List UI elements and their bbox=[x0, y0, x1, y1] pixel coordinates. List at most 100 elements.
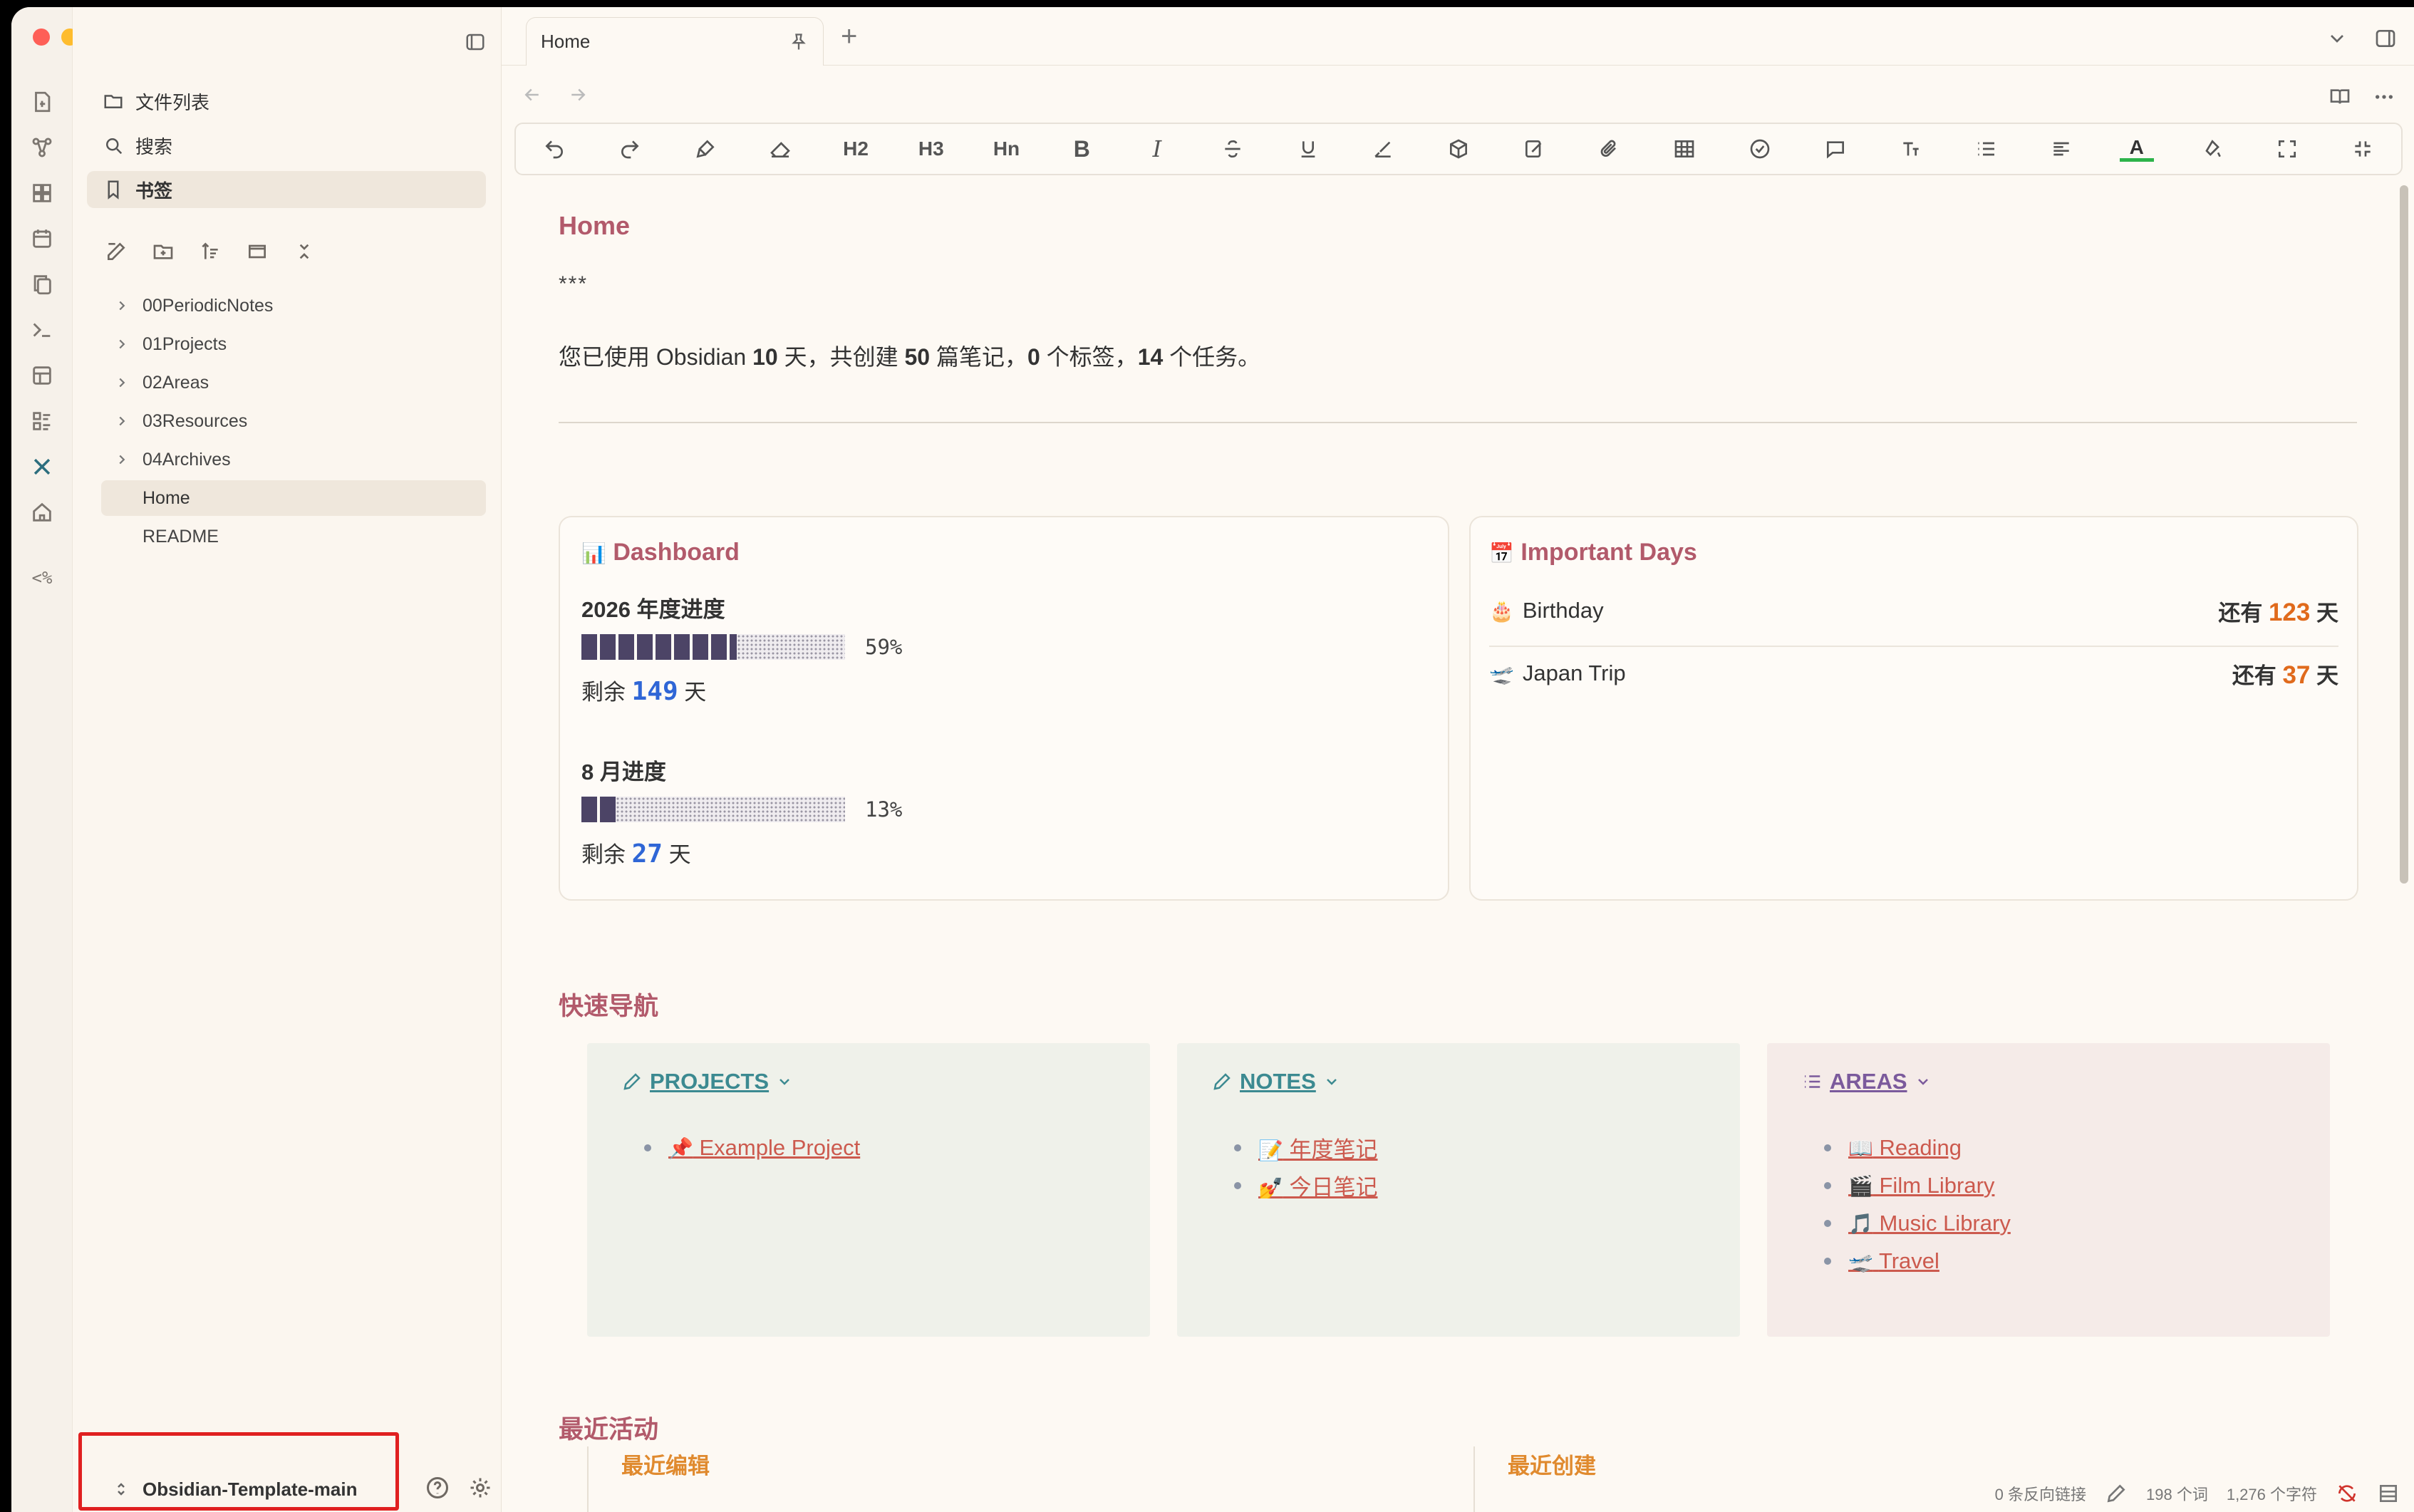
sidebar-item-bookmarks[interactable]: 书签 bbox=[87, 171, 486, 208]
terminal-icon[interactable] bbox=[29, 316, 56, 343]
bold-button[interactable]: B bbox=[1064, 132, 1099, 166]
canvas-icon[interactable] bbox=[29, 180, 56, 207]
list-item: 🎬 Film Library bbox=[1824, 1166, 2011, 1204]
back-arrow-icon[interactable] bbox=[522, 84, 543, 109]
tab-label: Home bbox=[541, 31, 591, 52]
heading-n-button[interactable]: Hn bbox=[990, 132, 1024, 166]
backlinks-count[interactable]: 0 条反向链接 bbox=[1995, 1482, 2086, 1505]
background-color-icon[interactable] bbox=[2195, 132, 2229, 166]
cube-icon[interactable] bbox=[1441, 132, 1476, 166]
reading-view-icon[interactable] bbox=[2328, 86, 2351, 112]
attachment-icon[interactable] bbox=[1592, 132, 1627, 166]
home-icon[interactable] bbox=[29, 499, 56, 526]
link-annual-notes[interactable]: 📝 年度笔记 bbox=[1258, 1132, 1378, 1164]
stars-text: *** bbox=[559, 272, 589, 296]
format-painter-icon[interactable] bbox=[688, 132, 722, 166]
file-readme[interactable]: README bbox=[101, 519, 486, 554]
sort-icon[interactable] bbox=[198, 239, 222, 264]
heading-3-button[interactable]: H3 bbox=[914, 132, 948, 166]
align-icon[interactable] bbox=[2044, 132, 2078, 166]
bookmark-icon bbox=[108, 180, 119, 200]
edit-mode-icon[interactable] bbox=[2105, 1482, 2128, 1505]
new-tab-button[interactable]: + bbox=[841, 22, 857, 51]
remain-text: 剩余 bbox=[581, 680, 632, 705]
auto-reveal-icon[interactable] bbox=[245, 239, 269, 264]
text-size-icon[interactable] bbox=[1894, 132, 1928, 166]
notes-header[interactable]: NOTES bbox=[1211, 1069, 1340, 1094]
dashboard-card: 📊 Dashboard 2026 年度进度 59% 剩余 149 天 8 月进度… bbox=[559, 516, 1449, 901]
tools-icon[interactable] bbox=[29, 453, 56, 480]
calendar-icon[interactable] bbox=[29, 225, 56, 252]
pin-icon[interactable] bbox=[789, 32, 809, 57]
link-reading[interactable]: 📖 Reading bbox=[1848, 1135, 1962, 1161]
areas-header[interactable]: AREAS bbox=[1801, 1069, 1932, 1094]
new-folder-icon[interactable] bbox=[151, 239, 175, 264]
scrollbar[interactable] bbox=[2400, 185, 2408, 884]
new-note-icon[interactable] bbox=[29, 88, 56, 115]
folder-01projects[interactable]: 01Projects bbox=[101, 326, 486, 362]
tab-home[interactable]: Home bbox=[526, 17, 824, 66]
dashboard-title-text: Dashboard bbox=[613, 539, 740, 566]
vault-switcher[interactable]: Obsidian-Template-main bbox=[94, 1464, 393, 1512]
highlighter-icon[interactable] bbox=[1366, 132, 1400, 166]
notes-card: NOTES 📝 年度笔记 💅 今日笔记 bbox=[1177, 1043, 1740, 1337]
link-travel[interactable]: 🛫 Travel bbox=[1848, 1248, 1939, 1274]
fullscreen-icon[interactable] bbox=[2270, 132, 2304, 166]
exit-fullscreen-icon[interactable] bbox=[2346, 132, 2380, 166]
link-daily-notes[interactable]: 💅 今日笔记 bbox=[1258, 1169, 1378, 1201]
graph-view-icon[interactable] bbox=[29, 134, 56, 161]
link-music-library[interactable]: 🎵 Music Library bbox=[1848, 1211, 2011, 1236]
copy-icon[interactable] bbox=[29, 271, 56, 298]
layout-icon[interactable] bbox=[2377, 1482, 2400, 1505]
templater-icon[interactable]: <% bbox=[29, 564, 56, 591]
folder-04archives[interactable]: 04Archives bbox=[101, 442, 486, 477]
more-options-icon[interactable] bbox=[2373, 86, 2395, 112]
column-divider bbox=[587, 1446, 589, 1512]
countdown-text: 还有 bbox=[2232, 663, 2283, 688]
sidebar-item-search[interactable]: 搜索 bbox=[87, 127, 486, 164]
settings-gear-icon[interactable] bbox=[467, 1475, 493, 1504]
folder-00periodicnotes[interactable]: 00PeriodicNotes bbox=[101, 288, 486, 323]
file-home[interactable]: Home bbox=[101, 480, 486, 516]
help-icon[interactable] bbox=[425, 1475, 450, 1504]
right-sidebar-toggle-icon[interactable] bbox=[2374, 27, 2397, 53]
forward-arrow-icon[interactable] bbox=[567, 84, 589, 109]
stat-text: 天，共创建 bbox=[777, 344, 905, 370]
important-days-card: 📅 Important Days 🎂 Birthday 还有 123 天 🛫 Jap… bbox=[1469, 516, 2358, 901]
usage-stat: 您已使用 Obsidian 10 天，共创建 50 篇笔记，0 个标签，14 个… bbox=[559, 339, 1260, 372]
checkbox-icon[interactable] bbox=[1743, 132, 1777, 166]
projects-list: 📌 Example Project bbox=[644, 1129, 860, 1166]
underline-icon[interactable] bbox=[1291, 132, 1325, 166]
strikethrough-icon[interactable] bbox=[1216, 132, 1250, 166]
sidebar-item-files[interactable]: 文件列表 bbox=[87, 83, 486, 120]
edit-icon[interactable] bbox=[1517, 132, 1551, 166]
link-example-project[interactable]: 📌 Example Project bbox=[668, 1135, 860, 1161]
italic-button[interactable]: I bbox=[1140, 132, 1174, 166]
projects-header[interactable]: PROJECTS bbox=[621, 1069, 793, 1094]
sync-off-icon[interactable] bbox=[2336, 1482, 2358, 1505]
tab-list-chevron-icon[interactable] bbox=[2326, 27, 2348, 53]
redo-icon[interactable] bbox=[613, 132, 647, 166]
month-progress-rest bbox=[616, 797, 845, 822]
link-label: Reading bbox=[1879, 1134, 1962, 1160]
sidebar-toggle-icon[interactable] bbox=[463, 31, 487, 53]
list-icon bbox=[1805, 1075, 1820, 1088]
folder-03resources[interactable]: 03Resources bbox=[101, 403, 486, 439]
table-icon[interactable] bbox=[1667, 132, 1701, 166]
undo-icon[interactable] bbox=[537, 132, 571, 166]
table-layout-icon[interactable] bbox=[29, 362, 56, 389]
close-window-button[interactable] bbox=[33, 29, 50, 46]
recent-created-label: 最近创建 bbox=[1508, 1454, 1596, 1479]
list-icon[interactable] bbox=[1969, 132, 2003, 166]
kanban-icon[interactable] bbox=[29, 408, 56, 435]
callout-icon[interactable] bbox=[1818, 132, 1853, 166]
link-film-library[interactable]: 🎬 Film Library bbox=[1848, 1173, 1994, 1198]
eraser-icon[interactable] bbox=[763, 132, 797, 166]
new-note-icon[interactable] bbox=[104, 239, 128, 264]
chevron-right-icon bbox=[114, 336, 130, 352]
folder-02areas[interactable]: 02Areas bbox=[101, 365, 486, 400]
tree-item-label: 00PeriodicNotes bbox=[143, 295, 274, 316]
font-color-button[interactable]: A bbox=[2119, 136, 2154, 162]
heading-2-button[interactable]: H2 bbox=[839, 132, 873, 166]
collapse-all-icon[interactable] bbox=[292, 239, 316, 264]
